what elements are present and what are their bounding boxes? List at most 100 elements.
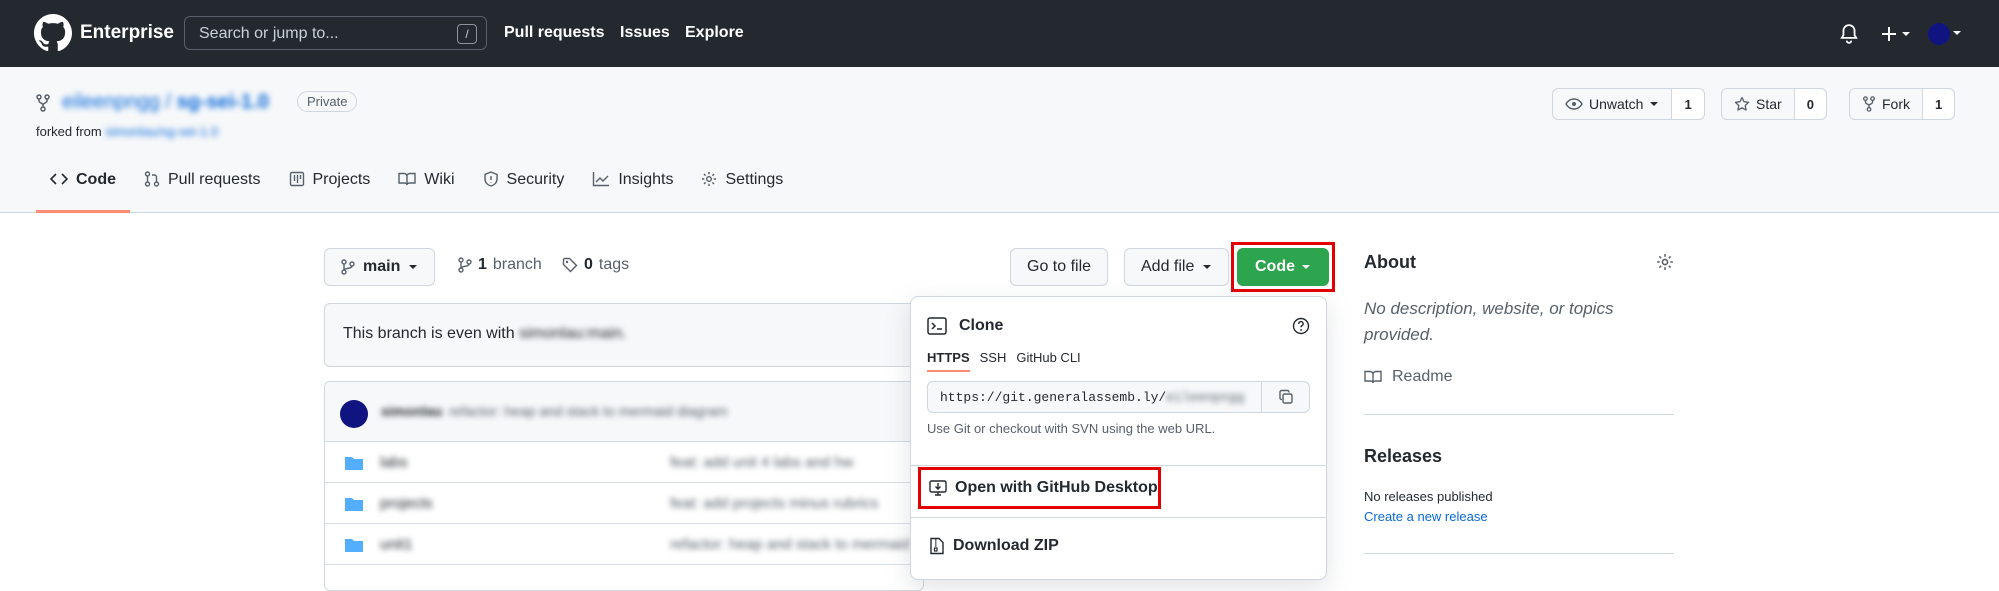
fork-button[interactable]: Fork <box>1850 89 1923 119</box>
tab-code[interactable]: Code <box>36 171 130 213</box>
visibility-badge: Private <box>297 91 358 112</box>
latest-commit-bar: simonlau refactor: heap and stack to mer… <box>325 382 923 442</box>
global-header: Enterprise Search or jump to... / Pull r… <box>0 0 1999 67</box>
download-zip-button[interactable]: Download ZIP <box>929 537 1059 555</box>
tab-projects[interactable]: Projects <box>275 171 385 213</box>
folder-icon <box>345 457 363 470</box>
search-shortcut-key: / <box>457 24 477 44</box>
repo-header: eileenpngg / sg-sei-1.0 Private forked f… <box>0 67 1999 213</box>
releases-heading[interactable]: Releases <box>1364 446 1442 467</box>
github-logo-icon[interactable] <box>34 14 72 52</box>
tab-wiki[interactable]: Wiki <box>384 171 468 213</box>
nav-issues[interactable]: Issues <box>620 24 670 42</box>
tab-insights[interactable]: Insights <box>578 171 687 213</box>
branch-icon <box>458 257 472 273</box>
help-icon[interactable] <box>1292 317 1310 335</box>
tag-count-label: tags <box>598 256 630 273</box>
star-button[interactable]: Star <box>1722 89 1795 119</box>
repo-owner-link[interactable]: eileenpngg <box>62 91 160 113</box>
tab-pull-requests-label: Pull requests <box>168 171 261 188</box>
eye-icon <box>1565 98 1583 110</box>
repo-title: eileenpngg / sg-sei-1.0 <box>62 91 269 114</box>
gear-icon <box>702 172 717 186</box>
file-commit-message[interactable]: refactor: heap and stack to mermaid <box>670 536 910 553</box>
branches-link[interactable]: 1 branch <box>458 256 542 274</box>
tab-security[interactable]: Security <box>469 171 579 213</box>
divider <box>911 517 1326 518</box>
tab-pull-requests[interactable]: Pull requests <box>130 171 275 213</box>
tab-code-label: Code <box>76 171 116 188</box>
watch-button-group: Unwatch 1 <box>1552 88 1705 120</box>
tab-ssh[interactable]: SSH <box>980 350 1007 372</box>
branch-select-button[interactable]: main <box>324 248 436 286</box>
no-releases-text: No releases published <box>1364 489 1493 504</box>
branch-icon <box>341 259 355 275</box>
add-file-label: Add file <box>1141 258 1195 275</box>
search-placeholder: Search or jump to... <box>199 25 339 42</box>
about-heading: About <box>1364 252 1416 272</box>
repo-name-link[interactable]: sg-sei-1.0 <box>177 91 269 113</box>
fork-count[interactable]: 1 <box>1923 89 1955 119</box>
branch-status-ref[interactable]: simonlau:main. <box>519 325 627 342</box>
user-avatar[interactable] <box>1928 23 1950 45</box>
copy-icon <box>1278 389 1293 404</box>
bell-icon[interactable] <box>1840 24 1858 44</box>
gear-icon[interactable] <box>1656 253 1674 271</box>
tab-github-cli[interactable]: GitHub CLI <box>1016 350 1080 372</box>
divider <box>1364 414 1674 415</box>
shield-icon <box>483 171 498 187</box>
create-release-link[interactable]: Create a new release <box>1364 509 1488 524</box>
forked-from-link[interactable]: simonlau/sg-sei-1.0 <box>105 124 218 139</box>
star-button-group: Star 0 <box>1721 88 1827 120</box>
tab-settings[interactable]: Settings <box>687 171 797 213</box>
nav-explore[interactable]: Explore <box>685 24 744 42</box>
clone-url-text[interactable]: https://git.generalassemb.ly/eileenpngg <box>928 382 1261 412</box>
file-name[interactable]: unit1 <box>380 536 413 553</box>
tab-wiki-label: Wiki <box>424 171 455 188</box>
brand-label[interactable]: Enterprise <box>80 22 174 44</box>
readme-label: Readme <box>1392 368 1453 385</box>
graph-icon <box>593 172 610 187</box>
copy-url-button[interactable] <box>1261 382 1309 412</box>
commit-author[interactable]: simonlau <box>381 403 442 419</box>
file-commit-message[interactable]: feat: add unit 4 labs and hw <box>670 454 853 471</box>
file-name[interactable]: projects <box>380 495 433 512</box>
clone-hint: Use Git or checkout with SVN using the w… <box>927 421 1216 436</box>
tab-security-label: Security <box>506 171 565 188</box>
star-count[interactable]: 0 <box>1794 89 1826 119</box>
tab-https[interactable]: HTTPS <box>927 350 970 372</box>
chevron-down-icon <box>1650 102 1659 106</box>
table-row[interactable]: labs feat: add unit 4 labs and hw <box>325 442 923 483</box>
tab-settings-label: Settings <box>725 171 784 188</box>
file-list: simonlau refactor: heap and stack to mer… <box>324 381 924 591</box>
branch-count: 1 <box>478 256 487 273</box>
star-icon <box>1734 96 1750 111</box>
book-icon <box>398 172 416 186</box>
tags-link[interactable]: 0 tags <box>562 256 629 274</box>
commit-message[interactable]: refactor: heap and stack to mermaid diag… <box>449 403 728 419</box>
unwatch-button[interactable]: Unwatch <box>1553 89 1673 119</box>
table-row[interactable]: unit1 refactor: heap and stack to mermai… <box>325 524 923 565</box>
avatar[interactable] <box>340 400 368 428</box>
clone-protocol-tabs: HTTPS SSH GitHub CLI <box>927 350 1081 372</box>
forked-from: forked from simonlau/sg-sei-1.0 <box>36 124 218 139</box>
highlight-box-desktop <box>918 467 1161 509</box>
book-icon <box>1364 370 1382 384</box>
search-input[interactable]: Search or jump to... / <box>184 16 487 50</box>
add-file-button[interactable]: Add file <box>1124 248 1230 286</box>
watch-count[interactable]: 1 <box>1672 89 1704 119</box>
clone-url: https://git.generalassemb.ly/ <box>940 390 1167 405</box>
code-icon <box>50 173 68 185</box>
clone-url-field[interactable]: https://git.generalassemb.ly/eileenpngg <box>927 381 1310 413</box>
nav-pull-requests[interactable]: Pull requests <box>504 24 604 42</box>
star-label: Star <box>1756 96 1782 112</box>
table-row[interactable]: projects feat: add projects minus rubric… <box>325 483 923 524</box>
chevron-down-icon[interactable] <box>1952 30 1962 38</box>
plus-dropdown-icon[interactable] <box>1880 24 1914 44</box>
folder-icon <box>345 539 363 552</box>
download-zip-label: Download ZIP <box>953 537 1059 554</box>
go-to-file-button[interactable]: Go to file <box>1010 248 1109 286</box>
readme-link[interactable]: Readme <box>1364 368 1452 386</box>
file-name[interactable]: labs <box>380 454 408 471</box>
file-commit-message[interactable]: feat: add projects minus rubrics <box>670 495 878 512</box>
